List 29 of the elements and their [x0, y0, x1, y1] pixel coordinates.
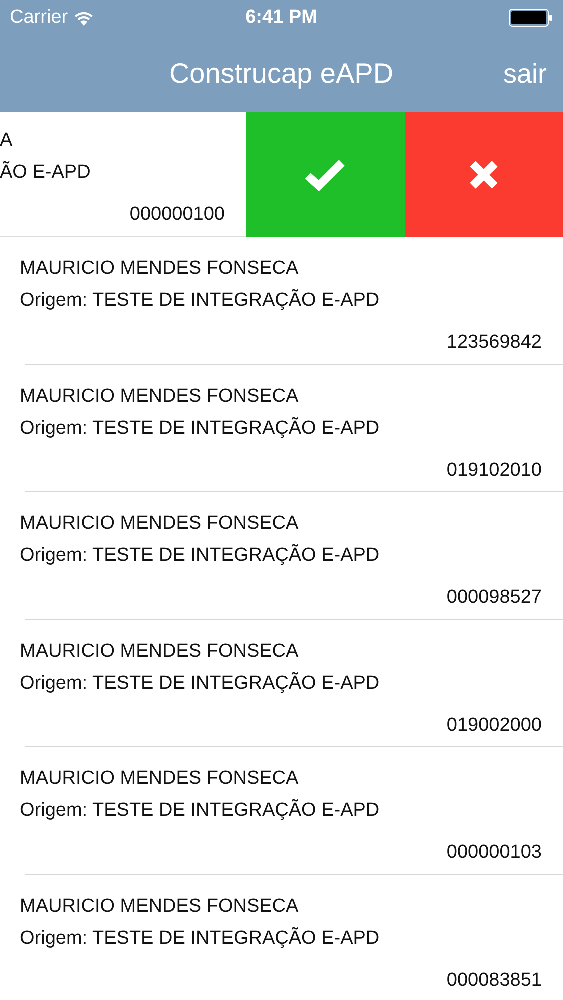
carrier-label: Carrier [10, 7, 68, 29]
number-text: 000000103 [446, 842, 542, 864]
number-text: 123569842 [446, 332, 542, 354]
battery-icon [509, 9, 553, 27]
number-text: 019102010 [446, 460, 542, 482]
origin-text: Origem: TESTE DE INTEGRAÇÃO E-APD [20, 928, 380, 950]
number-text: 019002000 [446, 714, 542, 736]
checkmark-icon [305, 158, 346, 190]
name-text: MAURICIO MENDES FONSECA [20, 896, 299, 918]
origin-text: Origem: TESTE DE INTEGRAÇÃO E-APD [20, 290, 380, 312]
origin-text: Origem: TESTE DE INTEGRAÇÃO E-APD [20, 800, 380, 822]
nav-title: Construcap eAPD [169, 58, 394, 90]
name-text: MAURICIO MENDES FONSECA [20, 386, 299, 408]
name-text: A [0, 130, 13, 152]
clock: 6:41 PM [246, 7, 318, 29]
origin-text: Origem: TESTE DE INTEGRAÇÃO E-APD [20, 672, 380, 694]
reject-button[interactable] [404, 112, 563, 237]
wifi-icon [74, 10, 94, 26]
name-text: MAURICIO MENDES FONSECA [20, 768, 299, 790]
name-text: MAURICIO MENDES FONSECA [20, 640, 299, 662]
number-text: 000083851 [446, 970, 542, 992]
name-text: MAURICIO MENDES FONSECA [20, 258, 299, 280]
name-text: MAURICIO MENDES FONSECA [20, 513, 299, 535]
number-text: 000000100 [130, 204, 225, 226]
close-icon [468, 160, 499, 190]
origin-text: Origem: TESTE DE INTEGRAÇÃO E-APD [20, 418, 380, 440]
number-text: 000098527 [446, 587, 542, 609]
origin-text: Origem: TESTE DE INTEGRAÇÃO E-APD [20, 545, 380, 567]
origin-text: ÃO E-APD [0, 162, 91, 184]
